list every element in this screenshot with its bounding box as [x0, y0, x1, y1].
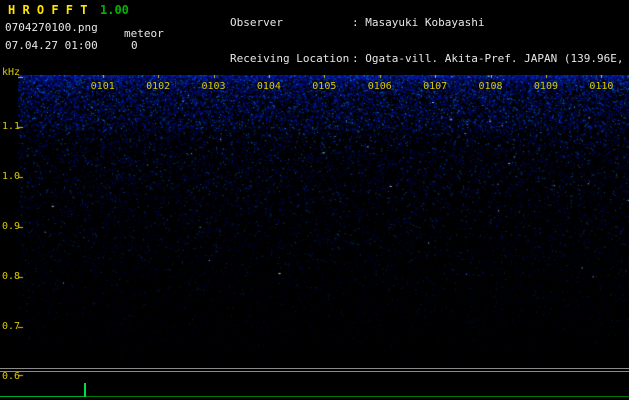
time-tick-label: 0106: [367, 81, 392, 92]
freq-tick-label: 0.9: [2, 221, 21, 232]
freq-tick-label: 0.7: [2, 321, 21, 332]
time-axis-labels: 0101 0102 0103 0104 0105 0106 0107 0108 …: [75, 81, 629, 93]
station-label: Observer: [229, 16, 283, 29]
time-tick-label: 0105: [312, 81, 337, 92]
freq-tick-label: 0.8: [2, 271, 21, 282]
level-baseline-upper: [0, 368, 629, 369]
time-tick-label: 0108: [478, 81, 503, 92]
station-label: Receiving Location: [229, 52, 350, 65]
signal-level-trace: [0, 396, 629, 397]
station-row-observer: Observer: Masayuki Kobayashi: [177, 5, 629, 41]
meteor-mode-label: meteor: [124, 27, 164, 40]
signal-level-trace-bright-segment: [0, 396, 85, 397]
freq-axis-unit-label: kHz: [2, 67, 21, 78]
time-tick-label: 0109: [533, 81, 558, 92]
station-row-location: Receiving Location: Ogata-vill. Akita-Pr…: [177, 41, 629, 77]
time-tick-label: 0103: [201, 81, 226, 92]
app-version: 1.00: [100, 3, 129, 17]
time-tick-label: 0110: [589, 81, 614, 92]
level-baseline-lower: [0, 371, 629, 372]
output-filename: 0704270100.png: [5, 21, 98, 34]
meteor-count: 0: [131, 39, 138, 52]
station-value: Masayuki Kobayashi: [365, 16, 485, 29]
app-title: H R O F F T: [8, 3, 88, 17]
spectrogram-canvas: [18, 75, 629, 377]
time-tick-label: 0102: [146, 81, 171, 92]
freq-tick-label: 1.0: [2, 171, 21, 182]
time-tick-label: 0104: [256, 81, 281, 92]
observation-datetime: 07.04.27 01:00: [5, 39, 98, 52]
freq-tick-label: 0.6: [2, 371, 21, 382]
time-tick-label: 0107: [423, 81, 448, 92]
label-separator: :: [351, 52, 366, 65]
hrofft-output-screen: H R O F F T 1.00 0704270100.png meteor 0…: [0, 0, 629, 400]
label-separator: :: [351, 16, 366, 29]
signal-level-pulse: [84, 383, 86, 397]
station-value: Ogata-vill. Akita-Pref. JAPAN (139.96E, …: [365, 52, 624, 65]
freq-tick-label: 1.1: [2, 121, 21, 132]
time-tick-label: 0101: [90, 81, 115, 92]
